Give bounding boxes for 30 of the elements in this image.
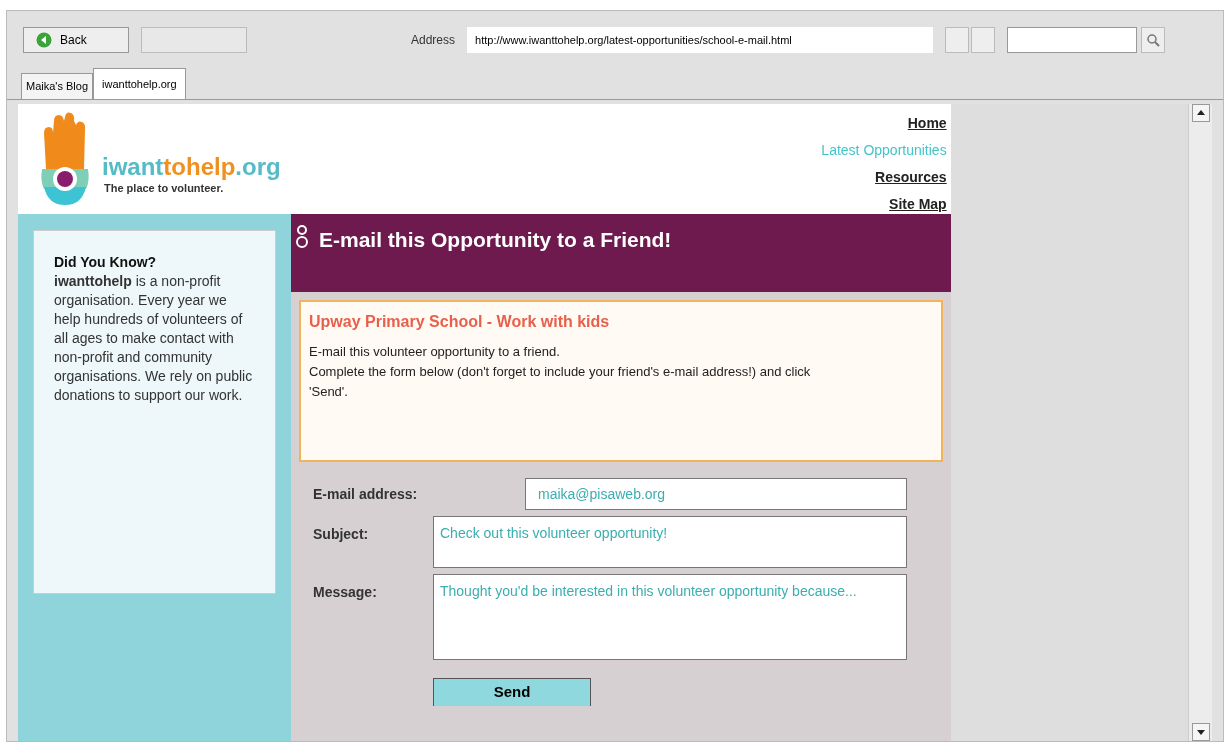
nav-link[interactable]: Home (907, 110, 947, 137)
address-field[interactable]: http://www.iwanttohelp.org/latest-opportunities/school-e-mail.html (467, 27, 934, 53)
toolbar-button[interactable] (971, 27, 996, 53)
field-label: E-mail address: (312, 484, 419, 504)
site-logo-text: iwanttohelp.org (102, 153, 281, 180)
search-button[interactable] (1141, 27, 1166, 53)
opportunity-text: Complete the form below (don't forget to include your friend's e-mail address!) and click 'Send'. (309, 363, 812, 401)
site-tagline: The place to volunteer. (103, 180, 225, 196)
browser-tab[interactable]: Maika's Blog (21, 73, 93, 99)
opportunity-title: Upway Primary School - Work with kids (309, 312, 611, 332)
nav-link[interactable]: Site Map (889, 191, 947, 218)
address-label: Address (411, 32, 456, 49)
info-title: Did You Know? (54, 253, 158, 272)
forward-button[interactable] (141, 27, 247, 53)
nav-link[interactable]: Resources (875, 164, 947, 191)
search-icon (1146, 33, 1161, 47)
scroll-down-icon[interactable] (1191, 723, 1210, 741)
toolbar-button[interactable] (945, 27, 970, 53)
scroll-up-icon[interactable] (1191, 104, 1210, 122)
send-button[interactable]: Send (433, 678, 591, 706)
field-label: Message: (312, 583, 378, 602)
search-field[interactable] (1007, 27, 1138, 53)
ornament-icon (295, 224, 309, 250)
back-button[interactable]: Back (23, 27, 129, 53)
info-text: iwanttohelp is a non-profit organisation. Every year we help hundreds of volunteers of all ages to make contact with non-profit and community organisations. We rely on public donations to support our work. (54, 272, 254, 405)
field-label: Subject: (312, 525, 370, 544)
opportunity-text: E-mail this volunteer opportunity to a friend. (309, 343, 561, 361)
banner-title: E-mail this Opportunity to a Friend! (319, 227, 672, 253)
browser-tab[interactable]: iwanttohelp.org (93, 68, 186, 99)
scrollbar[interactable] (1188, 104, 1212, 741)
